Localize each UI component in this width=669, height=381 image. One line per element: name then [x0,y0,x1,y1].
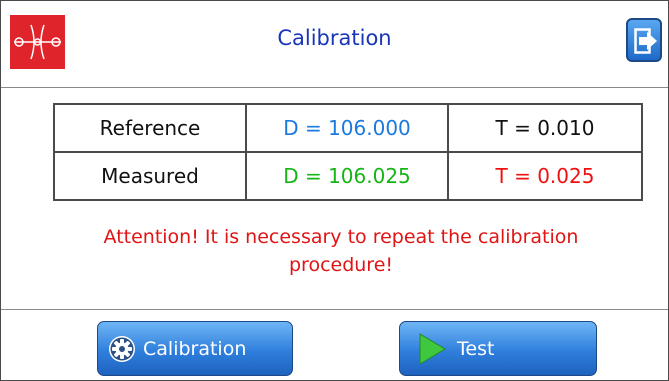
test-button-label: Test [457,338,495,360]
table-row: Reference D = 106.000 T = 0.010 [53,103,643,153]
test-button[interactable]: Test [399,321,597,376]
attention-line-2: procedure! [288,254,394,276]
exit-icon [634,28,657,54]
reference-label: Reference [53,103,247,153]
reference-d-value: D = 106.000 [245,103,449,153]
exit-button[interactable] [626,18,662,62]
gear-icon [109,336,135,362]
measured-t-value: T = 0.025 [447,151,643,201]
footer-bar: Calibration Test [1,309,668,381]
table-row: Measured D = 106.025 T = 0.025 [53,151,643,201]
calibration-button[interactable]: Calibration [97,321,293,376]
calibration-table: Reference D = 106.000 T = 0.010 Measured… [53,103,643,201]
attention-line-1: Attention! It is necessary to repeat the… [103,226,579,248]
play-icon [419,333,446,365]
calibration-button-label: Calibration [143,338,247,360]
attention-message: Attention! It is necessary to repeat the… [41,223,641,279]
header-bar: Calibration [1,1,668,88]
reference-t-value: T = 0.010 [447,103,643,153]
measured-label: Measured [53,151,247,201]
measured-d-value: D = 106.025 [245,151,449,201]
calibration-screen: Calibration Reference D = 106.000 T = 0.… [0,0,669,381]
page-title: Calibration [277,26,392,50]
